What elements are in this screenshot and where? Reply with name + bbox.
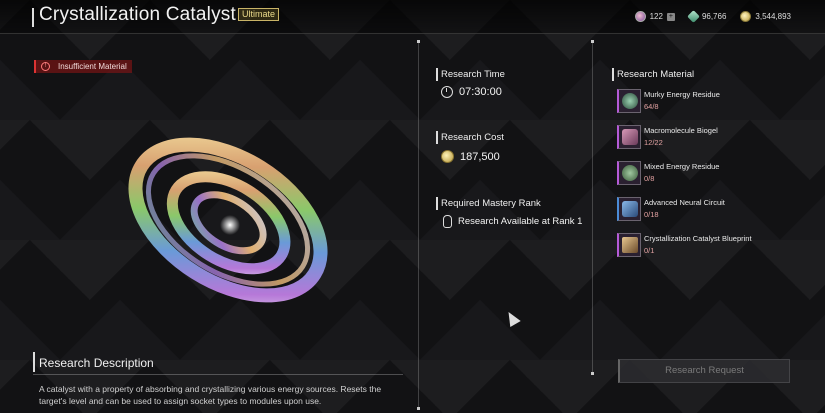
insufficient-material-badge: ! Insufficient Material	[34, 60, 132, 73]
page-title: Crystallization Catalyst	[39, 4, 236, 25]
research-cost-accent	[436, 131, 438, 144]
research-cost-label: Research Cost	[441, 132, 504, 143]
material-item[interactable]: Mixed Energy Residue 0/8	[617, 160, 797, 188]
material-icon	[617, 161, 641, 185]
energy-residue-icon	[622, 165, 638, 181]
warning-icon: !	[41, 62, 50, 71]
material-item[interactable]: Macromolecule Biogel 12/22	[617, 124, 797, 152]
mastery-value: Research Available at Rank 1	[458, 216, 583, 227]
material-icon	[617, 233, 641, 257]
material-name: Murky Energy Residue	[644, 90, 720, 99]
divider-left	[417, 40, 420, 410]
material-item[interactable]: Crystallization Catalyst Blueprint 0/1	[617, 232, 797, 260]
research-time-value: 07:30:00	[459, 86, 502, 98]
blueprint-icon	[622, 237, 638, 253]
energy-residue-icon	[622, 93, 638, 109]
research-cost-value: 187,500	[460, 150, 500, 163]
research-cost-value-row: 187,500	[441, 150, 500, 163]
hand-icon	[443, 215, 452, 228]
material-name: Crystallization Catalyst Blueprint	[644, 234, 752, 243]
clock-icon	[441, 86, 453, 98]
gold-coin-icon	[740, 11, 752, 22]
gold-coin-icon	[441, 150, 454, 163]
material-item[interactable]: Advanced Neural Circuit 0/18	[617, 196, 797, 224]
research-time-value-row: 07:30:00	[441, 86, 502, 98]
add-icon[interactable]: +	[666, 12, 675, 21]
currency-caliber[interactable]: 122 +	[634, 11, 675, 22]
caliber-gem-icon	[634, 11, 646, 22]
description-divider	[33, 374, 403, 375]
material-name: Advanced Neural Circuit	[644, 198, 725, 207]
material-count: 12/22	[644, 138, 663, 147]
description-accent	[33, 352, 35, 372]
material-count: 0/18	[644, 210, 659, 219]
currency-caliber-value: 122	[649, 12, 663, 21]
divider-right	[591, 40, 594, 375]
research-request-button[interactable]: Research Request	[618, 359, 790, 383]
material-icon	[617, 197, 641, 221]
research-time-accent	[436, 68, 438, 81]
materials-accent	[612, 68, 614, 81]
currency-kuiper: 96,766	[687, 10, 727, 23]
crystal-icon	[687, 10, 700, 23]
grade-badge: Ultimate	[238, 8, 280, 21]
material-count: 64/8	[644, 102, 659, 111]
mastery-value-row: Research Available at Rank 1	[443, 215, 582, 228]
material-count: 0/1	[644, 246, 655, 255]
materials-label: Research Material	[617, 69, 695, 80]
description-text: A catalyst with a property of absorbing …	[39, 384, 382, 406]
catalyst-item-image	[118, 130, 338, 310]
currency-gold: 3,544,893	[740, 11, 791, 22]
biogel-icon	[622, 129, 638, 145]
material-name: Macromolecule Biogel	[644, 126, 718, 135]
insufficient-material-text: Insufficient Material	[58, 62, 127, 71]
mastery-accent	[436, 197, 438, 210]
neural-circuit-icon	[622, 201, 638, 217]
currency-gold-value: 3,544,893	[755, 12, 791, 21]
research-time-label: Research Time	[441, 69, 505, 80]
description-title: Research Description	[39, 356, 154, 370]
material-icon	[617, 125, 641, 149]
material-count: 0/8	[644, 174, 655, 183]
title-accent	[32, 8, 34, 27]
top-bar: Crystallization Catalyst Ultimate 122 + …	[0, 0, 825, 34]
material-icon	[617, 89, 641, 113]
material-item[interactable]: Murky Energy Residue 64/8	[617, 88, 797, 116]
material-name: Mixed Energy Residue	[644, 162, 720, 171]
mastery-label: Required Mastery Rank	[441, 198, 541, 209]
currency-bar: 122 + 96,766 3,544,893	[634, 10, 791, 23]
currency-kuiper-value: 96,766	[701, 12, 727, 21]
